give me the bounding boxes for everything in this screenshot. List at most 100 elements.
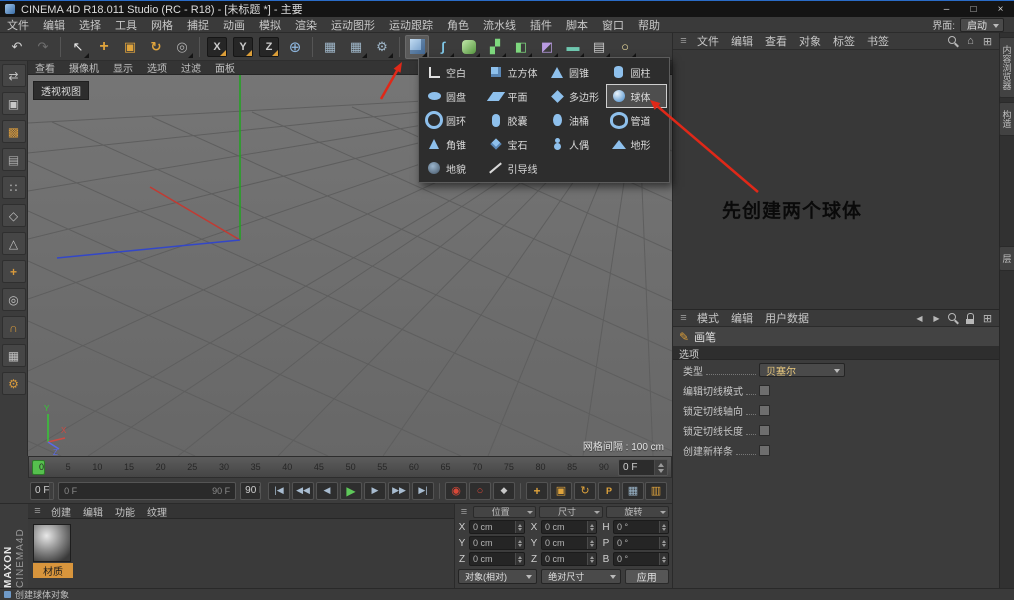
- viewport-menu-item[interactable]: 显示: [106, 61, 140, 75]
- points-mode-button[interactable]: ∷: [1, 176, 26, 199]
- coordinate-input[interactable]: 0 cm: [469, 536, 525, 550]
- attribute-checkbox[interactable]: [759, 404, 770, 416]
- primitive-item[interactable]: 多边形: [544, 84, 606, 108]
- menu-item[interactable]: 编辑: [36, 17, 72, 32]
- attribute-checkbox[interactable]: [759, 424, 770, 436]
- undo-button[interactable]: ↶: [5, 35, 29, 59]
- primitive-item[interactable]: 油桶: [544, 108, 606, 132]
- menu-item[interactable]: 帮助: [631, 17, 667, 32]
- object-manager-body[interactable]: [673, 50, 1000, 310]
- current-frame-field[interactable]: 0 F: [30, 481, 55, 500]
- spinner[interactable]: [49, 482, 54, 499]
- minimize-button[interactable]: –: [933, 1, 960, 17]
- coordinate-input[interactable]: 0 °: [613, 520, 669, 534]
- close-button[interactable]: ×: [987, 1, 1014, 17]
- size-mode-dropdown[interactable]: 绝对尺寸: [541, 569, 621, 584]
- render-picture-viewer-button[interactable]: ▦: [344, 35, 368, 59]
- maximize-button[interactable]: □: [960, 1, 987, 17]
- spinner[interactable]: [659, 553, 668, 565]
- goto-start-button[interactable]: |◀: [268, 481, 290, 500]
- lock-icon[interactable]: [963, 311, 978, 326]
- object-manager-menu-item[interactable]: 查看: [759, 33, 793, 49]
- menu-item[interactable]: 文件: [0, 17, 36, 32]
- record-keyframe-button[interactable]: ◉: [445, 481, 467, 500]
- record-parameter-toggle[interactable]: P: [598, 481, 620, 500]
- primitive-item[interactable]: 胶囊: [483, 108, 545, 132]
- viewport-menu-item[interactable]: 查看: [28, 61, 62, 75]
- layout-grid-icon[interactable]: [980, 34, 995, 49]
- primitive-item[interactable]: 人偶: [544, 132, 606, 156]
- next-key-button[interactable]: ▶▶: [388, 481, 410, 500]
- play-button[interactable]: ▶: [340, 481, 362, 500]
- scale-tool[interactable]: ▣: [118, 35, 142, 59]
- coordinate-column-header[interactable]: 尺寸: [539, 505, 603, 518]
- attribute-checkbox[interactable]: [759, 444, 770, 456]
- primitive-item[interactable]: 宝石: [483, 132, 545, 156]
- attribute-manager-menu-item[interactable]: 用户数据: [759, 310, 815, 326]
- menu-item[interactable]: 模拟: [252, 17, 288, 32]
- enable-axis-button[interactable]: +: [1, 260, 26, 283]
- material-list[interactable]: 材质: [28, 519, 454, 588]
- side-tab[interactable]: 构造: [998, 102, 1014, 136]
- primitive-item[interactable]: 引导线: [483, 156, 545, 180]
- enable-snap-button[interactable]: ∩: [1, 316, 26, 339]
- material-name[interactable]: 材质: [33, 563, 73, 578]
- object-manager-menu-item[interactable]: 对象: [793, 33, 827, 49]
- material-item[interactable]: 材质: [33, 524, 73, 578]
- spinner[interactable]: [654, 460, 667, 475]
- primitive-item[interactable]: 管道: [606, 108, 668, 132]
- texture-mode-button[interactable]: ▩: [1, 120, 26, 143]
- coordinate-system-button[interactable]: ⊕: [283, 35, 307, 59]
- menu-item[interactable]: 运动跟踪: [382, 17, 440, 32]
- coordinate-input[interactable]: 0 °: [613, 536, 669, 550]
- viewport-menu-item[interactable]: 选项: [140, 61, 174, 75]
- menu-item[interactable]: 插件: [523, 17, 559, 32]
- lock-z-axis-button[interactable]: Z: [259, 36, 279, 57]
- material-menu-item[interactable]: 功能: [109, 504, 141, 519]
- object-manager-menu-item[interactable]: 编辑: [725, 33, 759, 49]
- add-primitive-button[interactable]: [405, 34, 429, 59]
- spinner[interactable]: [515, 537, 524, 549]
- panel-menu-icon[interactable]: [676, 34, 691, 49]
- redo-button[interactable]: ↷: [31, 35, 55, 59]
- timeline-settings-button[interactable]: ▥: [645, 481, 667, 500]
- primitive-item[interactable]: 地貌: [421, 156, 483, 180]
- menu-item[interactable]: 动画: [216, 17, 252, 32]
- spinner[interactable]: [587, 521, 596, 533]
- type-dropdown[interactable]: 贝塞尔: [759, 363, 845, 378]
- primitive-item[interactable]: 球体: [605, 84, 667, 108]
- primitive-item[interactable]: 圆锥: [544, 60, 606, 84]
- spinner[interactable]: [659, 521, 668, 533]
- record-scale-toggle[interactable]: ▣: [550, 481, 572, 500]
- material-menu-item[interactable]: 创建: [45, 504, 77, 519]
- primitive-item[interactable]: 圆盘: [421, 84, 483, 108]
- object-manager-menu-item[interactable]: 文件: [691, 33, 725, 49]
- workplane-snap-button[interactable]: ▦: [1, 344, 26, 367]
- lock-y-axis-button[interactable]: Y: [233, 36, 253, 57]
- material-menu-item[interactable]: 纹理: [141, 504, 173, 519]
- primitive-item[interactable]: 角锥: [421, 132, 483, 156]
- primitive-item[interactable]: 空白: [421, 60, 483, 84]
- panel-menu-icon[interactable]: [30, 504, 45, 519]
- attribute-manager-menu-item[interactable]: 模式: [691, 310, 725, 326]
- spinner[interactable]: [659, 537, 668, 549]
- menu-item[interactable]: 流水线: [476, 17, 523, 32]
- coordinate-input[interactable]: 0 cm: [469, 552, 525, 566]
- history-forward-icon[interactable]: [929, 311, 944, 326]
- model-mode-button[interactable]: ▣: [1, 92, 26, 115]
- add-boole-button[interactable]: ◧: [509, 35, 533, 59]
- object-manager-menu-item[interactable]: 标签: [827, 33, 861, 49]
- side-tab[interactable]: 内容浏览器: [998, 37, 1014, 98]
- prev-frame-button[interactable]: ◀: [316, 481, 338, 500]
- record-rotation-toggle[interactable]: ↻: [574, 481, 596, 500]
- coordinate-input[interactable]: 0 °: [613, 552, 669, 566]
- render-view-button[interactable]: ▦: [318, 35, 342, 59]
- polygons-mode-button[interactable]: △: [1, 232, 26, 255]
- spinner[interactable]: [587, 553, 596, 565]
- coordinate-input[interactable]: 0 cm: [541, 536, 597, 550]
- viewport-solo-button[interactable]: ◎: [1, 288, 26, 311]
- menu-item[interactable]: 捕捉: [180, 17, 216, 32]
- panel-menu-icon[interactable]: [458, 504, 470, 519]
- menu-item[interactable]: 网格: [144, 17, 180, 32]
- add-deformer-button[interactable]: ◩: [535, 35, 559, 59]
